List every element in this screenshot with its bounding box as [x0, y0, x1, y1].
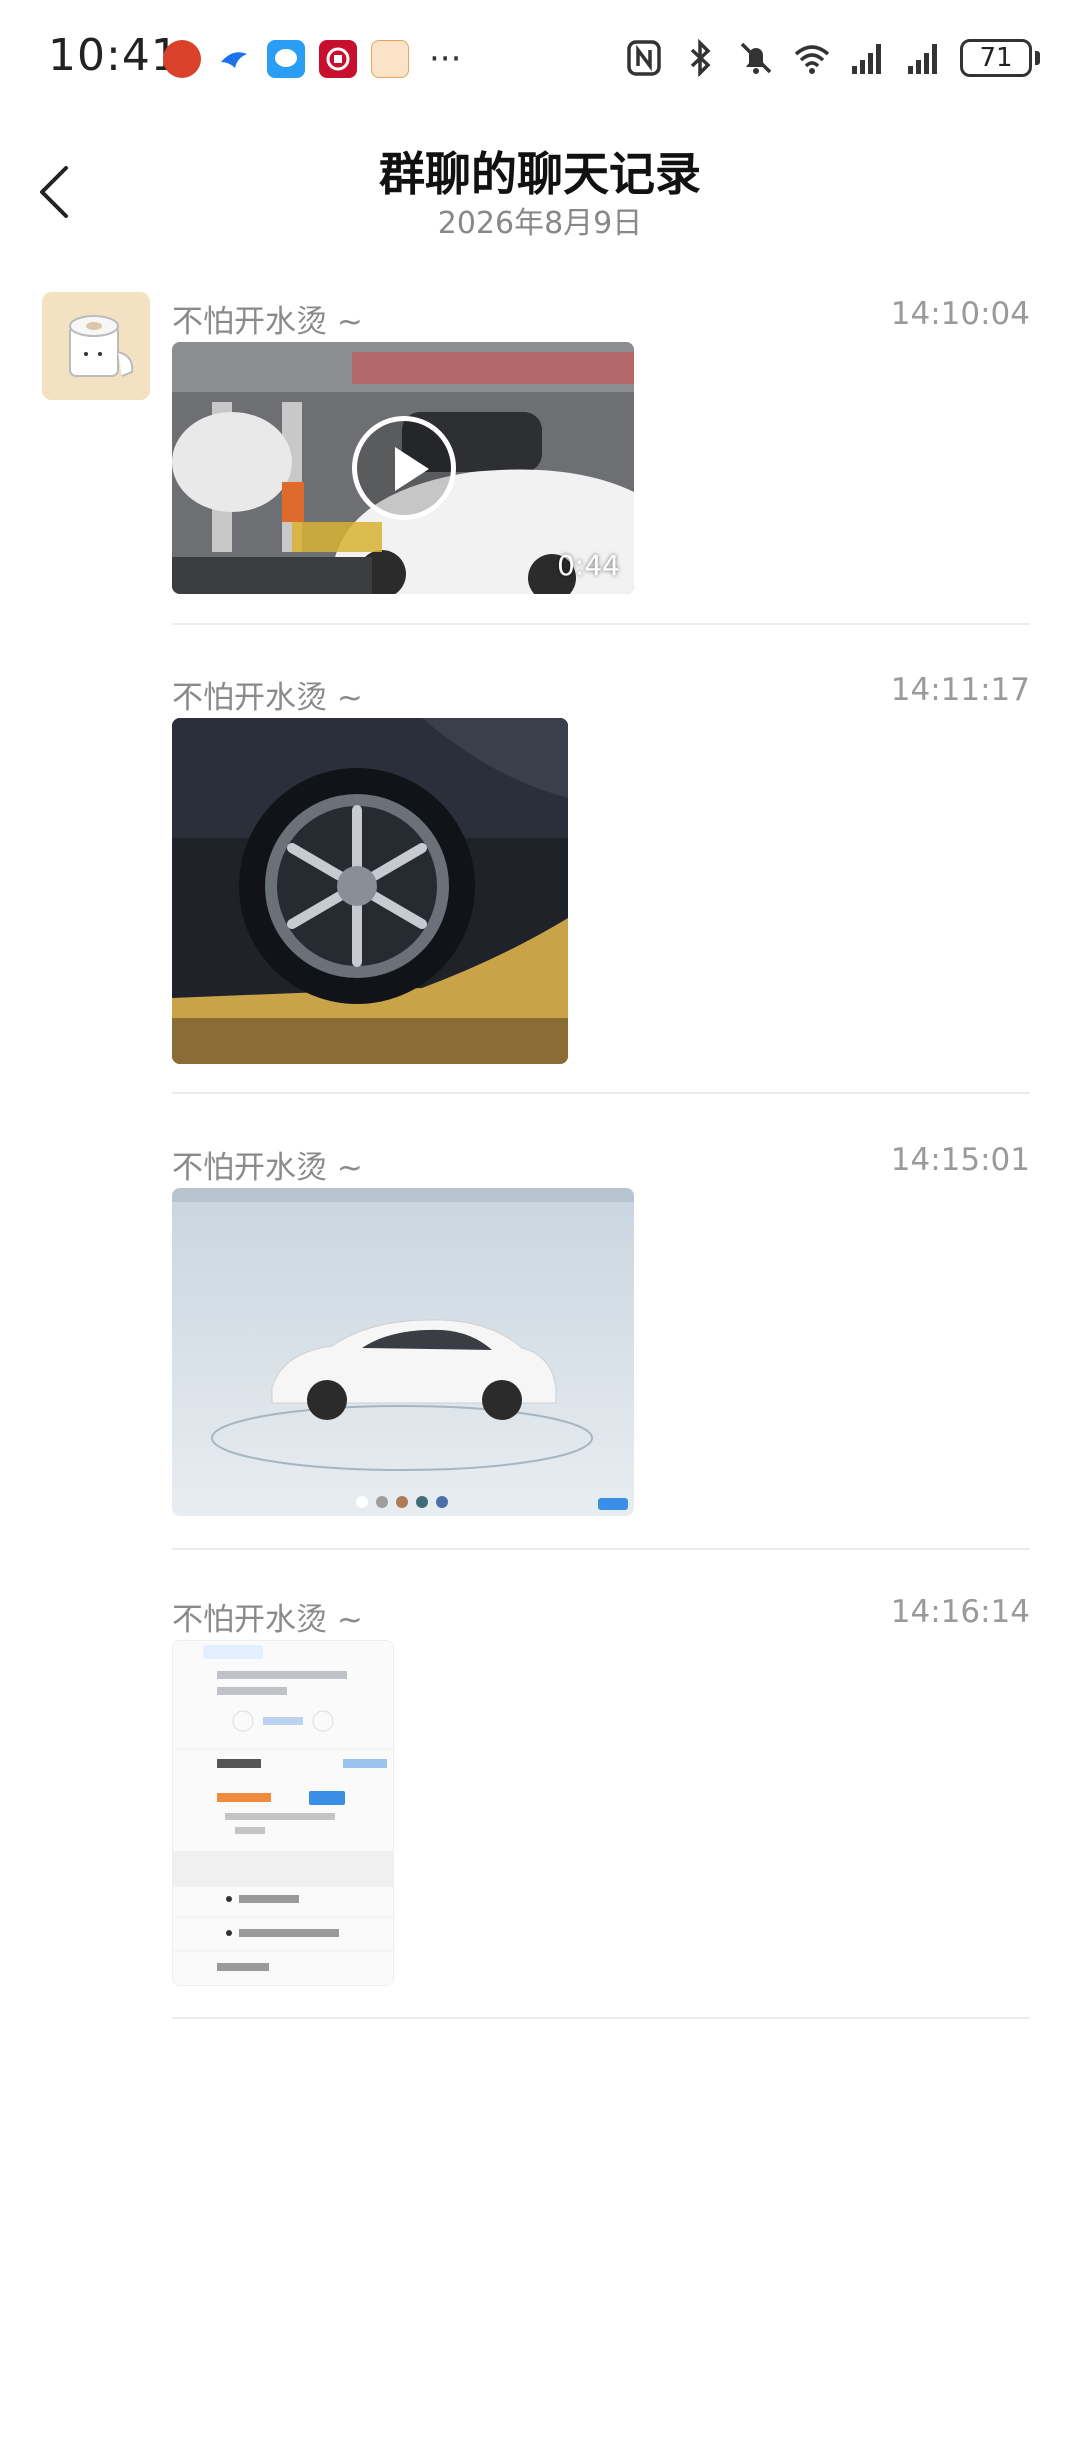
- notification-icons: ···: [163, 40, 461, 78]
- signal-icon-2: [908, 44, 937, 74]
- sender-name: 不怕开水烫 ~: [172, 680, 363, 716]
- battery-level: 71: [979, 43, 1013, 73]
- message-time: 14:10:04: [890, 296, 1030, 332]
- header: 群聊的聊天记录 2026年8月9日: [0, 130, 1080, 250]
- divider: [172, 2017, 1030, 2019]
- image-thumbnail[interactable]: [172, 718, 568, 1064]
- bird-app-notification-icon: [215, 40, 253, 78]
- red-app-notification-icon: [163, 40, 201, 78]
- message-item: 不怕开水烫 ~ 14:10:04 0:44: [0, 292, 1080, 632]
- divider: [172, 1548, 1030, 1550]
- mute-bell-icon: [740, 42, 772, 74]
- image-thumbnail[interactable]: [172, 1640, 394, 1986]
- message-item: 不怕开水烫 ~ 14:11:17: [0, 668, 1080, 1094]
- video-duration: 0:44: [557, 549, 620, 582]
- message-time: 14:16:14: [890, 1594, 1030, 1630]
- status-time: 10:41: [48, 30, 180, 81]
- message-item: 不怕开水烫 ~ 14:16:14: [0, 1590, 1080, 2020]
- message-app-notification-icon: [267, 40, 305, 78]
- wifi-icon: [794, 45, 830, 74]
- nfc-icon: [627, 40, 661, 76]
- signal-icon-1: [852, 44, 881, 74]
- image-thumbnail[interactable]: [172, 1188, 634, 1516]
- system-icons: 71: [624, 38, 1040, 78]
- message-time: 14:15:01: [890, 1142, 1030, 1178]
- page-date: 2026年8月9日: [437, 206, 643, 241]
- battery-icon: 71: [960, 39, 1040, 77]
- shop-app-notification-icon: [371, 40, 409, 78]
- bluetooth-icon: [690, 38, 711, 78]
- status-bar: 10:41 ··· 71: [0, 0, 1080, 120]
- divider: [172, 1092, 1030, 1094]
- sender-name: 不怕开水烫 ~: [172, 1150, 363, 1186]
- divider: [172, 623, 1030, 625]
- message-item: 不怕开水烫 ~ 14:15:01: [0, 1138, 1080, 1558]
- bank-app-notification-icon: [319, 40, 357, 78]
- avatar[interactable]: [42, 292, 150, 400]
- video-thumbnail[interactable]: 0:44: [172, 342, 634, 594]
- more-notifications-icon: ···: [429, 39, 462, 79]
- sender-name: 不怕开水烫 ~: [172, 1602, 363, 1638]
- message-time: 14:11:17: [890, 672, 1030, 708]
- play-icon[interactable]: [352, 416, 456, 520]
- page-title: 群聊的聊天记录: [379, 147, 701, 201]
- sender-name: 不怕开水烫 ~: [172, 304, 363, 340]
